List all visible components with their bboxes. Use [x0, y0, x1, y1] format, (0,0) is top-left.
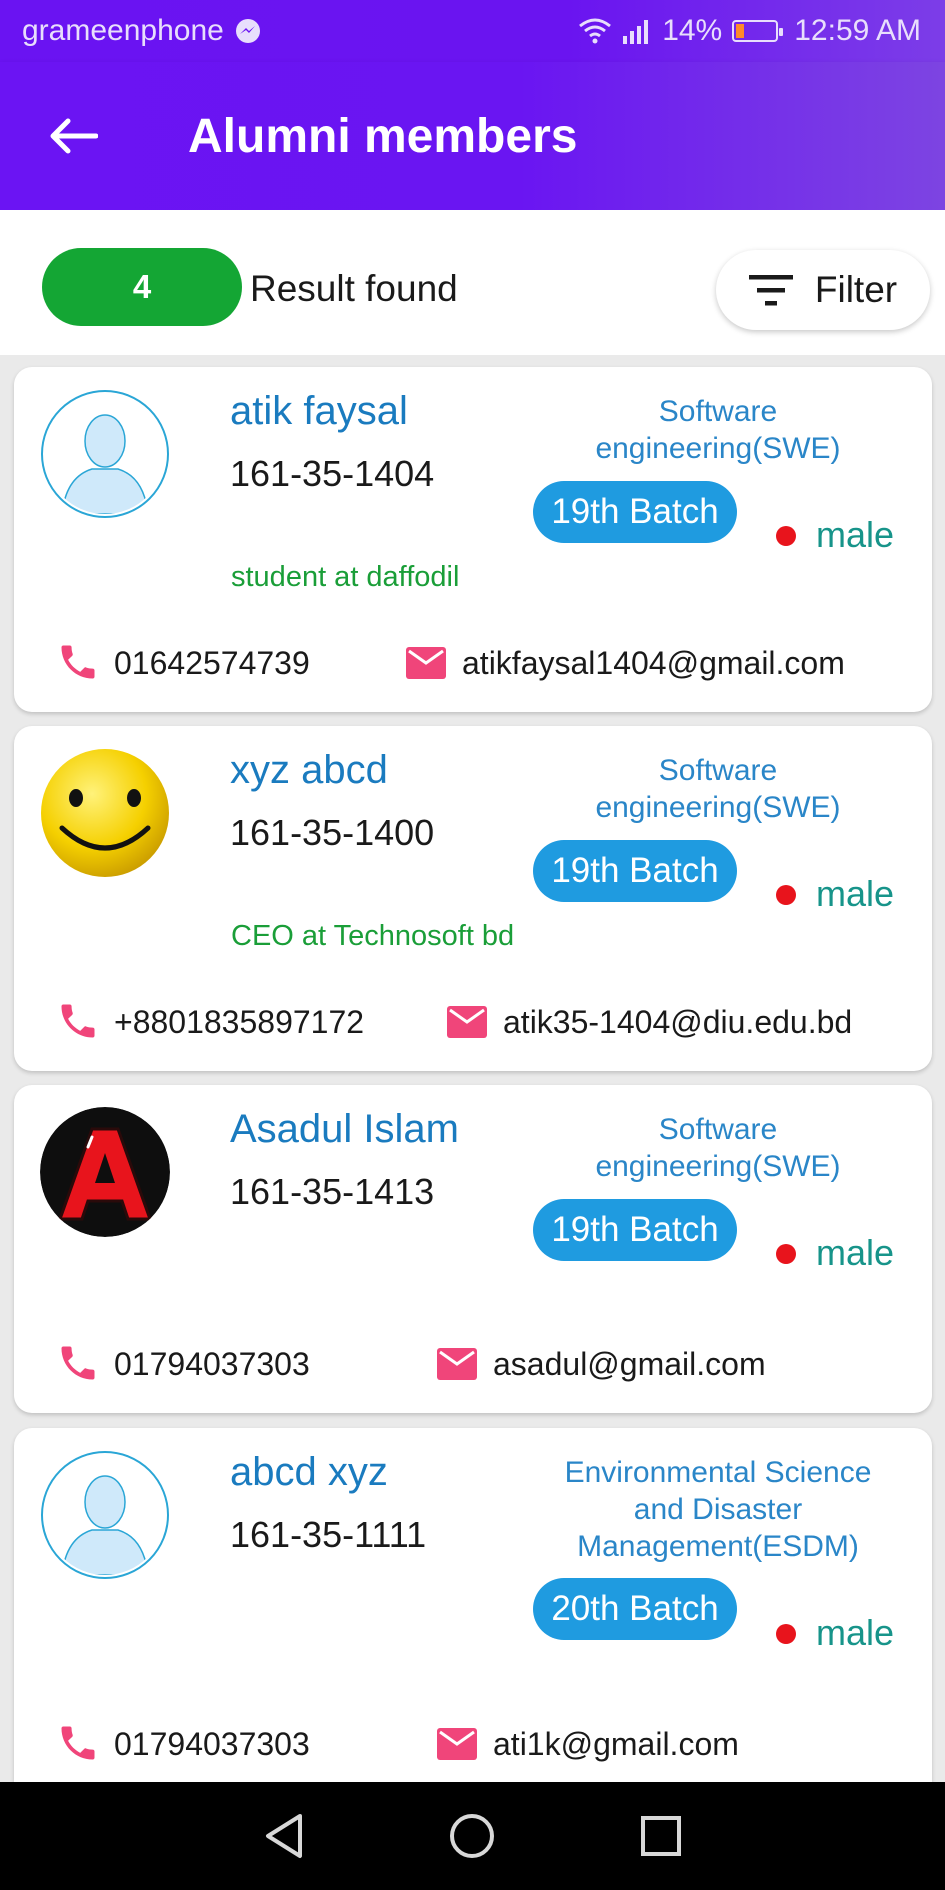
home-circle-icon	[450, 1814, 495, 1858]
letter-a-avatar	[40, 1107, 170, 1237]
batch-badge: 19th Batch	[533, 481, 737, 543]
status-left: grameenphone	[22, 14, 262, 48]
back-button[interactable]	[38, 101, 108, 171]
phone-number[interactable]: +8801835897172	[114, 1004, 364, 1041]
student-id: 161-35-1413	[230, 1171, 435, 1212]
carrier-name: grameenphone	[22, 14, 224, 47]
signal-icon	[623, 20, 649, 44]
mail-icon[interactable]	[447, 1006, 487, 1038]
default-user-avatar	[40, 1450, 170, 1580]
batch-badge: 19th Batch	[533, 840, 737, 902]
member-card[interactable]: atik faysal 161-35-1404 Software enginee…	[14, 367, 932, 712]
recents-square-icon	[640, 1816, 681, 1856]
page-title: Alumni members	[188, 109, 578, 163]
result-count-label: Result found	[250, 268, 458, 309]
phone-number[interactable]: 01794037303	[114, 1726, 310, 1763]
occupation: CEO at Technosoft bd	[231, 920, 515, 952]
wifi-icon	[579, 18, 612, 44]
department: Software engineering(SWE)	[595, 754, 841, 824]
member-name: Asadul Islam	[230, 1107, 459, 1151]
app-bar: Alumni members	[0, 62, 945, 210]
gender: male	[816, 873, 895, 914]
gender-dot-icon	[776, 885, 796, 905]
member-card[interactable]: xyz abcd 161-35-1400 Software engineerin…	[14, 726, 932, 1071]
mail-icon[interactable]	[437, 1728, 477, 1760]
filter-icon	[748, 275, 793, 306]
filter-button[interactable]: Filter	[716, 250, 930, 330]
default-user-avatar	[40, 389, 170, 519]
batch-badge: 19th Batch	[533, 1199, 737, 1261]
department: Software engineering(SWE)	[595, 395, 841, 465]
result-count-badge: 4	[42, 248, 242, 326]
nav-home-button[interactable]	[442, 1806, 502, 1866]
filter-label: Filter	[814, 269, 898, 310]
nav-back-button[interactable]	[254, 1806, 314, 1866]
battery-percent: 14%	[662, 14, 723, 47]
mail-icon[interactable]	[406, 647, 446, 679]
status-right: 14% 12:59 AM	[578, 14, 921, 48]
phone-icon[interactable]	[56, 1721, 100, 1765]
email-address[interactable]: atikfaysal1404@gmail.com	[462, 645, 845, 682]
arrow-left-icon	[50, 118, 98, 154]
status-bar: grameenphone 14% 12:59 AM	[0, 0, 945, 62]
phone-number[interactable]: 01794037303	[114, 1346, 310, 1383]
smiley-face-avatar	[40, 748, 170, 878]
phone-icon[interactable]	[56, 999, 100, 1043]
phone-number[interactable]: 01642574739	[114, 645, 310, 682]
results-bar: 4 Result found Filter	[0, 210, 945, 355]
mail-icon[interactable]	[437, 1348, 477, 1380]
student-id: 161-35-1400	[230, 812, 435, 853]
member-card[interactable]: Asadul Islam 161-35-1413 Software engine…	[14, 1085, 932, 1413]
department: Software engineering(SWE)	[595, 1113, 841, 1183]
gender: male	[816, 1232, 895, 1273]
member-name: abcd xyz	[230, 1450, 388, 1494]
back-triangle-icon	[266, 1814, 303, 1858]
occupation: student at daffodil	[231, 561, 460, 593]
email-address[interactable]: asadul@gmail.com	[493, 1346, 766, 1383]
email-address[interactable]: atik35-1404@diu.edu.bd	[503, 1004, 852, 1041]
gender: male	[816, 1612, 895, 1653]
department: Environmental Science and Disaster Manag…	[564, 1456, 872, 1563]
member-card[interactable]: abcd xyz 161-35-1111 Environmental Scien…	[14, 1428, 932, 1782]
phone-icon[interactable]	[56, 1341, 100, 1385]
member-name: atik faysal	[230, 389, 408, 433]
gender: male	[816, 514, 895, 555]
student-id: 161-35-1404	[230, 453, 435, 494]
gender-dot-icon	[776, 1624, 796, 1644]
messenger-icon	[235, 19, 260, 43]
email-address[interactable]: ati1k@gmail.com	[493, 1726, 739, 1763]
battery-icon	[732, 20, 784, 42]
member-name: xyz abcd	[230, 748, 388, 792]
nav-recents-button[interactable]	[631, 1806, 691, 1866]
clock: 12:59 AM	[794, 14, 921, 47]
batch-badge: 20th Batch	[533, 1578, 737, 1640]
gender-dot-icon	[776, 1244, 796, 1264]
student-id: 161-35-1111	[230, 1514, 427, 1555]
gender-dot-icon	[776, 526, 796, 546]
system-nav-bar	[0, 1782, 945, 1890]
phone-icon[interactable]	[56, 640, 100, 684]
